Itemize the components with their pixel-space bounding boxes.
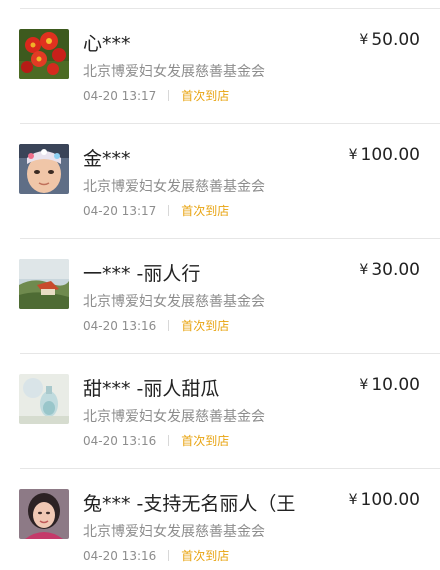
amount-value: 100.00 [360, 490, 420, 510]
first-visit-tag: 首次到店 [181, 89, 230, 103]
donation-meta: 04-20 13:16 首次到店 [83, 317, 229, 334]
donation-time: 04-20 13:16 [83, 548, 157, 563]
donation-amount: ¥100.00 [349, 145, 420, 165]
donation-time: 04-20 13:16 [83, 318, 157, 333]
currency-symbol: ¥ [348, 492, 358, 508]
first-visit-tag: 首次到店 [181, 434, 230, 448]
list-item[interactable]: 心*** ¥50.00 北京博爱妇女发展慈善基金会 04-20 13:17 首次… [0, 9, 440, 124]
organization-name: 北京博爱妇女发展慈善基金会 [83, 64, 265, 80]
list-item[interactable]: 一*** -丽人行 ¥30.00 北京博爱妇女发展慈善基金会 04-20 13:… [0, 239, 440, 354]
meta-separator [168, 320, 170, 331]
donation-meta: 04-20 13:16 首次到店 [83, 432, 229, 449]
first-visit-tag: 首次到店 [181, 204, 230, 218]
currency-symbol: ¥ [359, 377, 369, 393]
meta-separator [168, 90, 170, 101]
organization-name: 北京博爱妇女发展慈善基金会 [83, 409, 265, 425]
donation-time: 04-20 13:17 [83, 203, 157, 218]
meta-separator [168, 550, 170, 561]
landscape-house-photo-avatar [19, 259, 69, 309]
donation-meta: 04-20 13:17 首次到店 [83, 202, 229, 219]
meta-separator [168, 205, 170, 216]
donor-name: 金*** [83, 148, 131, 170]
list-item[interactable]: 金*** ¥100.00 北京博爱妇女发展慈善基金会 04-20 13:17 首… [0, 124, 440, 239]
donation-list: 心*** ¥50.00 北京博爱妇女发展慈善基金会 04-20 13:17 首次… [0, 0, 440, 570]
amount-value: 30.00 [371, 260, 420, 280]
donation-amount: ¥10.00 [359, 375, 420, 395]
amount-value: 100.00 [360, 145, 420, 165]
donation-time: 04-20 13:16 [83, 433, 157, 448]
donation-amount: ¥30.00 [359, 260, 420, 280]
donor-name: 心*** [83, 33, 131, 55]
list-item[interactable]: 兔*** -支持无名丽人（王 ¥100.00 北京博爱妇女发展慈善基金会 04-… [0, 469, 440, 570]
amount-value: 10.00 [371, 375, 420, 395]
list-item[interactable]: 甜*** -丽人甜瓜 ¥10.00 北京博爱妇女发展慈善基金会 04-20 13… [0, 354, 440, 469]
donor-name: 甜*** -丽人甜瓜 [83, 378, 220, 400]
donation-meta: 04-20 13:16 首次到店 [83, 547, 229, 564]
glass-bottle-photo-avatar [19, 374, 69, 424]
organization-name: 北京博爱妇女发展慈善基金会 [83, 524, 265, 540]
donor-name: 一*** -丽人行 [83, 263, 201, 285]
first-visit-tag: 首次到店 [181, 549, 230, 563]
meta-separator [168, 435, 170, 446]
currency-symbol: ¥ [348, 147, 358, 163]
first-visit-tag: 首次到店 [181, 319, 230, 333]
amount-value: 50.00 [371, 30, 420, 50]
donor-name: 兔*** -支持无名丽人（王 [83, 493, 296, 515]
woman-portrait-photo-avatar [19, 489, 69, 539]
currency-symbol: ¥ [359, 32, 369, 48]
donation-time: 04-20 13:17 [83, 88, 157, 103]
donation-amount: ¥50.00 [359, 30, 420, 50]
donation-meta: 04-20 13:17 首次到店 [83, 87, 229, 104]
red-flowers-photo-avatar [19, 29, 69, 79]
donation-amount: ¥100.00 [349, 490, 420, 510]
currency-symbol: ¥ [359, 262, 369, 278]
organization-name: 北京博爱妇女发展慈善基金会 [83, 294, 265, 310]
child-portrait-photo-avatar [19, 144, 69, 194]
organization-name: 北京博爱妇女发展慈善基金会 [83, 179, 265, 195]
